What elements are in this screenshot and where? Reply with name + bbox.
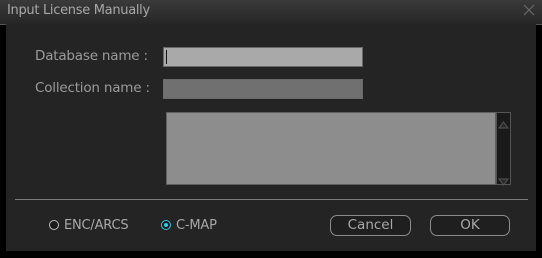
footer-divider [15,199,528,200]
enc-arcs-radio[interactable]: ENC/ARCS [49,216,129,234]
database-name-field[interactable] [163,47,363,68]
collection-name-field[interactable] [163,79,363,100]
enc-arcs-label: ENC/ARCS [64,217,129,233]
radio-on-icon [161,220,171,230]
cmap-label: C-MAP [176,217,217,233]
cancel-button[interactable]: Cancel [330,215,411,236]
dialog-body: Database name : Collection name : ENC/AR… [6,24,536,251]
cmap-radio[interactable]: C-MAP [161,216,217,234]
license-text-area[interactable] [166,112,496,185]
dialog-title: Input License Manually [7,3,150,18]
radio-off-icon [49,220,59,230]
scroll-down-icon[interactable] [498,172,509,186]
text-caret [166,50,167,64]
collection-name-input[interactable] [164,82,362,100]
collection-name-label: Collection name : [35,80,150,96]
close-icon[interactable] [522,3,536,17]
database-name-label: Database name : [35,48,148,64]
license-dialog: Input License Manually Database name : C… [0,0,542,258]
ok-button[interactable]: OK [430,215,510,236]
database-name-input[interactable] [164,50,362,68]
scroll-up-icon[interactable] [498,115,509,129]
title-bar: Input License Manually [0,0,542,25]
license-scrollbar[interactable] [496,112,511,186]
